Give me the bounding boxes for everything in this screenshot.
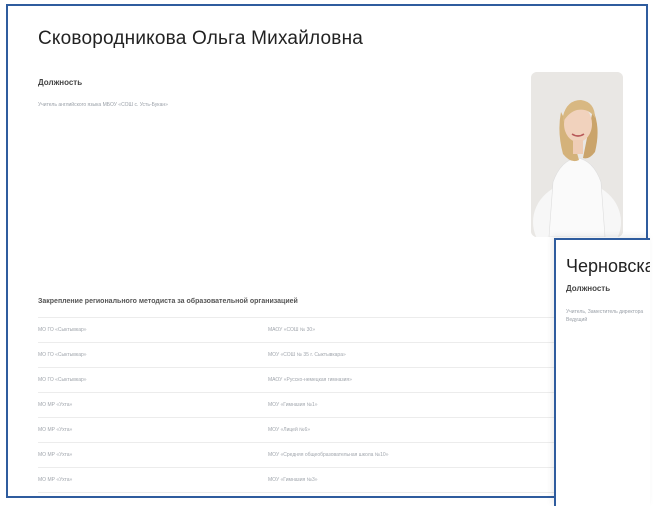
next-position-line-2: Ведущий (566, 317, 588, 323)
district-cell: МО ГО «Сыктывкар» (38, 352, 87, 358)
district-cell: МО МР «Ухта» (38, 427, 73, 433)
assignments-table: МО ГО «Сыктывкар» МАОУ «СОШ № 30» МО ГО … (38, 317, 578, 493)
org-cell: МОУ «Гимназия №1» (268, 402, 318, 408)
person-name: Сковородникова Ольга Михайловна (38, 28, 364, 49)
page-frame: Сковородникова Ольга Михайловна Должност… (6, 4, 648, 498)
district-cell: МО МР «Ухта» (38, 402, 73, 408)
org-cell: МОУ «СОШ № 35 г. Сыктывкара» (268, 352, 346, 358)
district-cell: МО ГО «Сыктывкар» (38, 377, 87, 383)
org-cell: МАОУ «Русско-немецкая гимназия» (268, 377, 352, 383)
next-person-name: Черновская (566, 256, 650, 276)
table-row: МО ГО «Сыктывкар» МАОУ «Русско-немецкая … (38, 368, 578, 393)
position-label: Должность (38, 78, 83, 87)
table-row: МО МР «Ухта» МОУ «Гимназия №3» (38, 468, 578, 493)
position-text: Учитель английского языка МБОУ «СОШ с. У… (38, 102, 168, 108)
table-row: МО МР «Ухта» МОУ «Средняя общеобразовате… (38, 443, 578, 468)
table-row: МО МР «Ухта» МОУ «Гимназия №1» (38, 393, 578, 418)
table-row: МО МР «Ухта» МОУ «Лицей №6» (38, 418, 578, 443)
org-cell: МОУ «Гимназия №3» (268, 477, 318, 483)
next-position-line-1: Учитель, Заместитель директора (566, 309, 644, 315)
portrait-image (531, 72, 623, 237)
org-cell: МАОУ «СОШ № 30» (268, 327, 315, 333)
table-row: МО ГО «Сыктывкар» МАОУ «СОШ № 30» (38, 317, 578, 343)
person-photo (531, 72, 623, 237)
org-cell: МОУ «Средняя общеобразовательная школа №… (268, 452, 389, 458)
next-position-text: Учитель, Заместитель директора Ведущий (566, 308, 643, 324)
assignments-title: Закрепление регионального методиста за о… (38, 298, 298, 305)
district-cell: МО МР «Ухта» (38, 477, 73, 483)
district-cell: МО МР «Ухта» (38, 452, 73, 458)
methodist-card: Сковородникова Ольга Михайловна Должност… (28, 16, 628, 496)
org-cell: МОУ «Лицей №6» (268, 427, 311, 433)
district-cell: МО ГО «Сыктывкар» (38, 327, 87, 333)
next-methodist-card: Черновская Должность Учитель, Заместител… (554, 238, 650, 506)
next-position-label: Должность (566, 284, 611, 293)
table-row: МО ГО «Сыктывкар» МОУ «СОШ № 35 г. Сыкты… (38, 343, 578, 368)
